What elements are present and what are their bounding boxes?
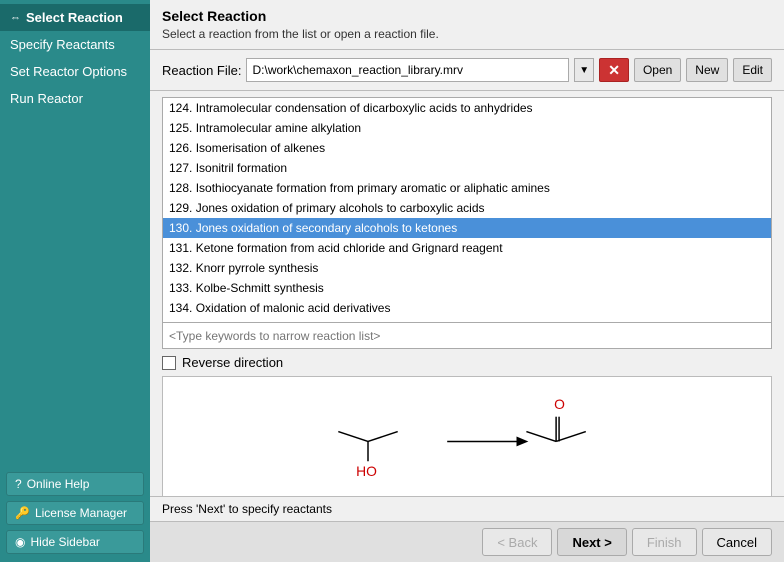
next-button[interactable]: Next > xyxy=(557,528,626,556)
online-help-icon: ? xyxy=(15,477,22,491)
reverse-direction-label: Reverse direction xyxy=(182,355,283,370)
reaction-item[interactable]: 133. Kolbe-Schmitt synthesis xyxy=(163,278,771,298)
sidebar-item-label: Run Reactor xyxy=(10,91,83,106)
reaction-item[interactable]: 130. Jones oxidation of secondary alcoho… xyxy=(163,218,771,238)
online-help-label: Online Help xyxy=(27,477,90,491)
reaction-item[interactable]: 126. Isomerisation of alkenes xyxy=(163,138,771,158)
clear-file-button[interactable]: ✕ xyxy=(599,58,629,82)
reaction-item[interactable]: 132. Knorr pyrrole synthesis xyxy=(163,258,771,278)
main-panel: Select Reaction Select a reaction from t… xyxy=(150,0,784,562)
reaction-item[interactable]: 127. Isonitril formation xyxy=(163,158,771,178)
sidebar-item-label: Set Reactor Options xyxy=(10,64,127,79)
sidebar-item-select-reaction[interactable]: ⇔ Select Reaction xyxy=(0,4,150,31)
cancel-button[interactable]: Cancel xyxy=(702,528,772,556)
reaction-file-row: Reaction File: ▼ ✕ Open New Edit xyxy=(150,50,784,91)
back-button[interactable]: < Back xyxy=(482,528,552,556)
sidebar-bottom: ? Online Help 🔑 License Manager ◉ Hide Sideba… xyxy=(0,464,150,562)
status-message: Press 'Next' to specify reactants xyxy=(162,502,332,516)
reaction-preview: HO O xyxy=(162,376,772,496)
hide-sidebar-icon: ◉ xyxy=(15,535,25,549)
reaction-item[interactable]: 129. Jones oxidation of primary alcohols… xyxy=(163,198,771,218)
reaction-item[interactable]: 125. Intramolecular amine alkylation xyxy=(163,118,771,138)
sidebar-nav: ⇔ Select Reaction Specify Reactants Set Rea… xyxy=(0,0,150,464)
sidebar-item-set-reactor-options[interactable]: Set Reactor Options xyxy=(0,58,150,85)
sidebar-item-run-reactor[interactable]: Run Reactor xyxy=(0,85,150,112)
reverse-direction-row: Reverse direction xyxy=(162,349,772,376)
sidebar-item-label: Select Reaction xyxy=(26,10,123,25)
open-file-button[interactable]: Open xyxy=(634,58,681,82)
online-help-button[interactable]: ? Online Help xyxy=(6,472,144,496)
keyword-search-input[interactable] xyxy=(162,323,772,349)
license-manager-label: License Manager xyxy=(35,506,127,520)
reaction-file-input[interactable] xyxy=(246,58,569,82)
svg-text:HO: HO xyxy=(356,463,377,479)
dropdown-arrow[interactable]: ▼ xyxy=(574,58,594,82)
reaction-item[interactable]: 124. Intramolecular condensation of dica… xyxy=(163,98,771,118)
edit-file-button[interactable]: Edit xyxy=(733,58,772,82)
sidebar-arrow-icon: ⇔ xyxy=(10,12,21,24)
panel-description: Select a reaction from the list or open … xyxy=(162,27,772,41)
finish-button[interactable]: Finish xyxy=(632,528,697,556)
license-manager-button[interactable]: 🔑 License Manager xyxy=(6,501,144,525)
hide-sidebar-button[interactable]: ◉ Hide Sidebar xyxy=(6,530,144,554)
reaction-list-container: 124. Intramolecular condensation of dica… xyxy=(150,91,784,376)
reaction-item[interactable]: 128. Isothiocyanate formation from prima… xyxy=(163,178,771,198)
new-file-button[interactable]: New xyxy=(686,58,728,82)
reaction-diagram: HO O xyxy=(173,387,761,486)
footer: < Back Next > Finish Cancel xyxy=(150,521,784,562)
reverse-direction-checkbox[interactable] xyxy=(162,356,176,370)
license-manager-icon: 🔑 xyxy=(15,506,30,520)
sidebar-item-specify-reactants[interactable]: Specify Reactants xyxy=(0,31,150,58)
reaction-file-label: Reaction File: xyxy=(162,63,241,78)
panel-title: Select Reaction xyxy=(162,8,772,24)
status-bar: Press 'Next' to specify reactants xyxy=(150,496,784,521)
svg-text:O: O xyxy=(554,396,565,412)
sidebar: ⇔ Select Reaction Specify Reactants Set Rea… xyxy=(0,0,150,562)
sidebar-item-label: Specify Reactants xyxy=(10,37,115,52)
reaction-item[interactable]: 135. Meerwein-Ponndorf-Verley reduction xyxy=(163,318,771,323)
hide-sidebar-label: Hide Sidebar xyxy=(30,535,99,549)
reaction-item[interactable]: 134. Oxidation of malonic acid derivativ… xyxy=(163,298,771,318)
panel-header: Select Reaction Select a reaction from t… xyxy=(150,0,784,50)
reaction-list[interactable]: 124. Intramolecular condensation of dica… xyxy=(162,97,772,323)
reaction-item[interactable]: 131. Ketone formation from acid chloride… xyxy=(163,238,771,258)
